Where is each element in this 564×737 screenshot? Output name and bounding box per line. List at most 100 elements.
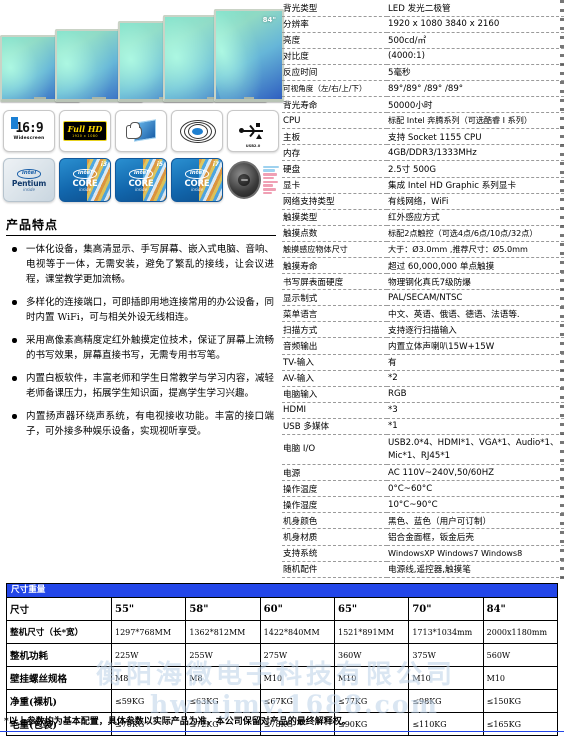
spec-key: 菜单语言 bbox=[282, 305, 387, 323]
spec-value: 超过 60,000,000 单点触摸 bbox=[387, 257, 564, 275]
table-cell: 2000x1180mm bbox=[482, 620, 559, 644]
core-i3-badge-content: intel CORE inside bbox=[72, 168, 98, 192]
table-row: 电源 AC 110V~240V,50/60HZ bbox=[282, 464, 564, 482]
full-hd-plate: Full HD 1920 x 1080 bbox=[62, 121, 108, 141]
widescreen-caption: Widescreen bbox=[13, 136, 45, 141]
column-header-70: 70" bbox=[408, 597, 484, 621]
spec-key: 背光类型 bbox=[282, 0, 387, 17]
spec-key: 触摸寿命 bbox=[282, 257, 387, 275]
table-row: 机身材质 铝合金面框，钣金后壳 bbox=[282, 528, 564, 546]
spec-key: 电脑输入 bbox=[282, 386, 387, 403]
spec-key: 机身材质 bbox=[282, 528, 387, 546]
column-header-58: 58" bbox=[185, 597, 261, 621]
table-row: 显卡 集成 Intel HD Graphic 系列显卡 bbox=[282, 177, 564, 194]
spec-key: 背光寿命 bbox=[282, 96, 387, 114]
list-item: 内置白板软件，丰富老师和学生日常教学与学习内容，减轻老师备课压力，拓展学生知识面… bbox=[10, 371, 274, 401]
row-label: 净重(裸机) bbox=[6, 689, 112, 713]
spec-key: 显卡 bbox=[282, 177, 387, 194]
spec-key: TV-输入 bbox=[282, 354, 387, 371]
spec-value: 集成 Intel HD Graphic 系列显卡 bbox=[387, 177, 564, 194]
list-item: 采用高像素高精度定红外触摸定位技术，保证了屏幕上流畅的书写效果，屏幕直接书写，无… bbox=[10, 333, 274, 363]
table-row: USB 多媒体 *1 bbox=[282, 418, 564, 436]
table-row: 显示制式 PAL/SECAM/NTSC bbox=[282, 289, 564, 307]
table-row: 亮度 500cd/㎡ bbox=[282, 32, 564, 49]
footnote-text: *以上参数均为基本配置，具体参数以实际产品为准，本公司保留对产品的最终解释权。 bbox=[4, 717, 351, 727]
spec-key: 电脑 I/O bbox=[282, 434, 387, 466]
usb-glyph bbox=[239, 122, 267, 140]
intel-core-i7-icon: i7 intel CORE inside bbox=[171, 158, 223, 202]
table-row: 触摸类型 红外感应方式 bbox=[282, 209, 564, 226]
spec-value: 电源线,遥控器,触摸笔 bbox=[387, 561, 564, 578]
page-title: 产品特点 bbox=[6, 218, 59, 232]
table-row: TV-输入有 bbox=[282, 354, 564, 371]
table-row: 支持系统 WindowsXP Windows7 Windows8 bbox=[282, 545, 564, 562]
feature-list: 一体化设备，集高清显示、手写屏幕、嵌入式电脑、音响、电视等于一体，无需安装，避免… bbox=[0, 242, 282, 439]
spec-value: WindowsXP Windows7 Windows8 bbox=[387, 545, 564, 562]
table-row: 可视角度（左/右/上/下） 89°/89° /89° /89° bbox=[282, 80, 564, 98]
spec-key: 操作温度 bbox=[282, 480, 387, 498]
specification-table: 背光类型 LED 发光二极管 分辨率 1920 x 1080 3840 x 2160… bbox=[282, 0, 564, 578]
table-cell: 560W bbox=[482, 643, 559, 667]
spec-value: 黑色、蓝色（用户可订制） bbox=[387, 512, 564, 530]
table-row: 菜单语言 中文、英语、俄语、德语、法语等. bbox=[282, 305, 564, 323]
display-lineup: 55" 60" 65" 70" bbox=[0, 9, 284, 106]
spec-value: 有 bbox=[387, 354, 564, 371]
table-row: 分辨率 1920 x 1080 3840 x 2160 bbox=[282, 16, 564, 33]
table-row: 音频输出 内置立体声喇叭15W+15W bbox=[282, 337, 564, 355]
spec-key: 触摸感应物体尺寸 bbox=[282, 241, 387, 259]
spec-value: 0°C~60°C bbox=[387, 480, 564, 498]
screen-glow bbox=[57, 31, 128, 99]
audio-bar bbox=[263, 173, 277, 176]
list-item: 一体化设备，集高清显示、手写屏幕、嵌入式电脑、音响、电视等于一体，无需安装，避免… bbox=[10, 242, 274, 287]
cpu-inside-text: inside bbox=[135, 187, 147, 193]
spec-key: AV-输入 bbox=[282, 370, 387, 387]
title-divider bbox=[6, 235, 276, 236]
audio-bar bbox=[263, 165, 279, 168]
table-row: 对比度 (4000:1) bbox=[282, 48, 564, 65]
table-cell: 1422*840MM bbox=[259, 620, 335, 644]
spec-value: 标配 Intel 奔腾系列（可选酷睿 I 系列） bbox=[387, 112, 564, 130]
full-hd-resolution: 1920 x 1080 bbox=[72, 134, 98, 138]
pentium-badge-content: intel Pentium inside bbox=[12, 168, 46, 191]
spec-value: 内置立体声喇叭15W+15W bbox=[387, 337, 564, 355]
spec-key: 操作湿度 bbox=[282, 496, 387, 514]
table-row: 书写屏表面硬度 物理钢化真氏7级防爆 bbox=[282, 273, 564, 291]
spec-key: HDMI bbox=[282, 402, 387, 419]
table-header-row: 尺寸 55" 58" 60" 65" 70" 84" bbox=[6, 597, 559, 621]
cpu-generation-text: i7 bbox=[212, 161, 219, 168]
table-row: 触摸寿命 超过 60,000,000 单点触摸 bbox=[282, 257, 564, 275]
cpu-generation-text: i3 bbox=[100, 161, 107, 168]
spec-value: *1 bbox=[387, 418, 564, 436]
spec-value: 大于：Ø3.0mm ,推荐尺寸：Ø5.0mm bbox=[387, 241, 564, 259]
spec-key: 机身颜色 bbox=[282, 512, 387, 530]
table-row: 主板 支持 Socket 1155 CPU bbox=[282, 128, 564, 146]
touch-hand-glyph bbox=[126, 119, 156, 143]
spec-key: 亮度 bbox=[282, 32, 387, 49]
cpu-generation-text: i5 bbox=[156, 161, 163, 168]
spec-key: 触摸类型 bbox=[282, 209, 387, 226]
usb-icon: USB2.0 bbox=[227, 110, 279, 152]
table-row: 背光类型 LED 发光二极管 bbox=[282, 0, 564, 17]
table-cell: ≤63KG bbox=[185, 689, 261, 713]
wifi-icon bbox=[171, 110, 223, 152]
aspect-ratio-16-9-icon: 16:9 Widescreen bbox=[3, 110, 55, 152]
audio-bar bbox=[263, 188, 276, 191]
column-header-size: 尺寸 bbox=[6, 597, 112, 621]
spec-key: 内存 bbox=[282, 144, 387, 162]
table-row: 内存 4GB/DDR3/1333MHz bbox=[282, 144, 564, 162]
spec-value: (4000:1) bbox=[387, 48, 564, 65]
table-row: 整机尺寸（长*宽） 1297*768MM 1362*812MM 1422*840… bbox=[6, 620, 559, 644]
audio-level-bars bbox=[263, 165, 279, 195]
intel-logo-text: intel bbox=[184, 168, 210, 179]
spec-value: USB2.0*4、HDMI*1、VGA*1、Audio*1、Mic*1、RJ45… bbox=[387, 434, 564, 466]
usb-version-caption: USB2.0 bbox=[245, 144, 261, 148]
cpu-inside-text: inside bbox=[23, 186, 35, 192]
spec-key: 可视角度（左/右/上/下） bbox=[282, 80, 387, 98]
column-header-84: 84" bbox=[482, 597, 559, 621]
wifi-glyph bbox=[177, 120, 217, 143]
hand-shape bbox=[126, 122, 142, 139]
table-row: 电脑 I/O USB2.0*4、HDMI*1、VGA*1、Audio*1、Mic*… bbox=[282, 434, 564, 466]
spec-value: RGB bbox=[387, 386, 564, 403]
table-cell: 275W bbox=[259, 643, 335, 667]
feature-icon-row-2: intel Pentium inside i3 intel CORE insid… bbox=[3, 158, 279, 202]
